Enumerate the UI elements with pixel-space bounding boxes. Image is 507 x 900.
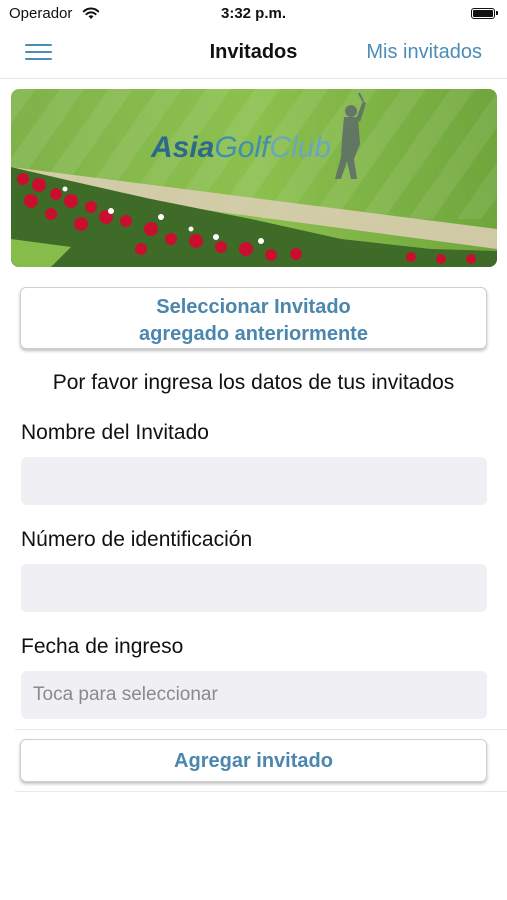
id-number-input[interactable] (21, 564, 487, 612)
select-button-line1: Seleccionar Invitado (156, 296, 351, 318)
divider (15, 729, 507, 730)
form-intro-text: Por favor ingresa los datos de tus invit… (52, 371, 455, 394)
id-number-label: Número de identificación (21, 528, 253, 551)
nav-bar: Invitados Mis invitados (0, 28, 507, 79)
guest-name-label: Nombre del Invitado (21, 421, 209, 444)
status-bar: Operador 3:32 p.m. (0, 0, 507, 28)
entry-date-picker[interactable] (21, 671, 487, 719)
add-guest-button[interactable]: Agregar invitado (20, 739, 487, 782)
battery-icon (471, 8, 498, 19)
select-button-line2: agregado anteriormente (139, 323, 368, 345)
divider (15, 791, 507, 792)
svg-text:AsiaGolfClub: AsiaGolfClub (150, 131, 331, 164)
entry-date-label: Fecha de ingreso (21, 635, 184, 658)
clock: 3:32 p.m. (220, 5, 287, 22)
golf-club-banner: AsiaGolfClub (11, 89, 497, 267)
guest-name-input[interactable] (21, 457, 487, 505)
my-guests-link[interactable]: Mis invitados (366, 41, 482, 64)
select-previous-guest-button[interactable]: Seleccionar Invitado agregado anteriorme… (20, 287, 487, 349)
